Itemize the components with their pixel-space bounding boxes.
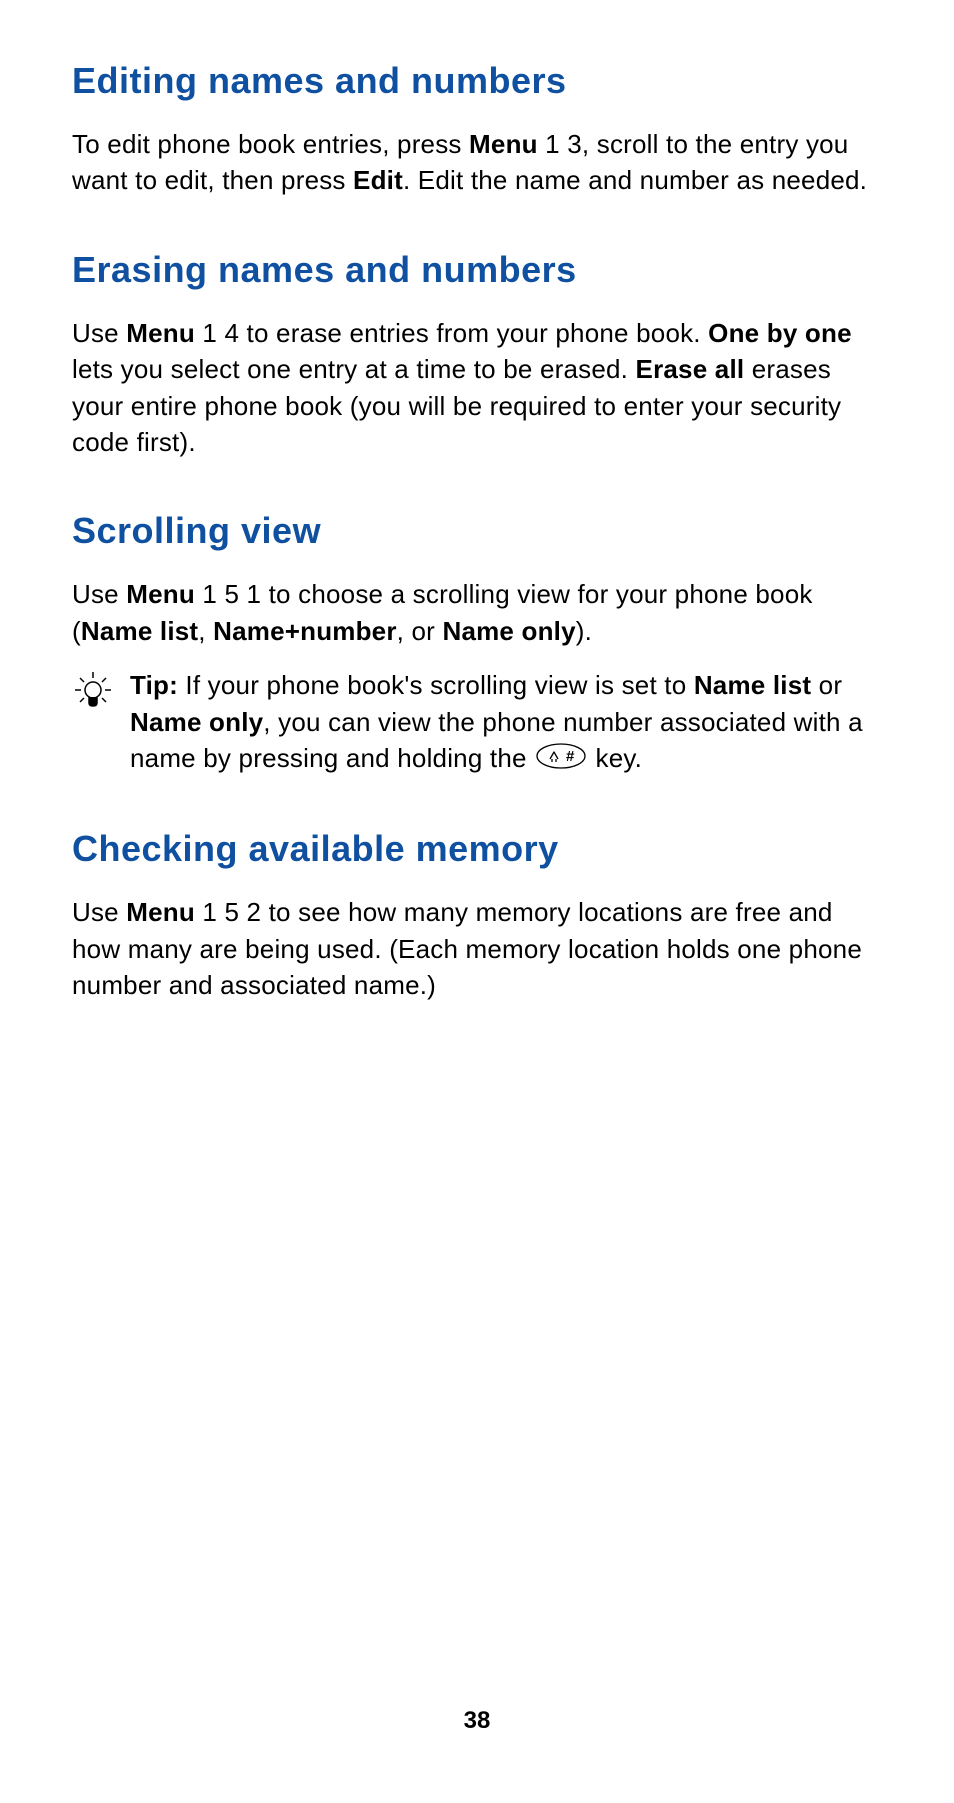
heading-erasing: Erasing names and numbers [72,249,882,291]
paragraph-memory: Use Menu 1 5 2 to see how many memory lo… [72,894,882,1003]
page-number: 38 [0,1707,954,1735]
text-bold: Menu [126,579,195,609]
text: lets you select one entry at a time to b… [72,354,636,384]
text-bold: Menu [126,318,195,348]
text-bold: Menu [469,129,538,159]
section-erasing: Erasing names and numbers Use Menu 1 4 t… [72,249,882,461]
section-memory: Checking available memory Use Menu 1 5 2… [72,828,882,1003]
text-bold: Name+number [213,616,397,646]
text-bold: Name only [130,707,263,737]
heading-scrolling: Scrolling view [72,510,882,552]
paragraph-editing: To edit phone book entries, press Menu 1… [72,126,882,199]
text: or [811,670,842,700]
paragraph-scrolling: Use Menu 1 5 1 to choose a scrolling vie… [72,576,882,649]
text-bold: Name only [442,616,575,646]
text-bold: Edit [353,165,403,195]
text: If your phone book's scrolling view is s… [178,670,694,700]
text: To edit phone book entries, press [72,129,469,159]
text-bold: Menu [126,897,195,927]
shift-hash-key-icon: # [536,742,586,778]
text: Use [72,897,126,927]
heading-memory: Checking available memory [72,828,882,870]
tip-block: Tip: If your phone book's scrolling view… [72,667,882,778]
text: , or [397,616,443,646]
tip-text: Tip: If your phone book's scrolling view… [130,667,882,778]
text-bold: Name list [81,616,198,646]
paragraph-erasing: Use Menu 1 4 to erase entries from your … [72,315,882,461]
text-bold: Name list [694,670,811,700]
text: ). [576,616,592,646]
text: 1 4 to erase entries from your phone boo… [195,318,708,348]
text: Use [72,579,126,609]
text: Use [72,318,126,348]
text: key. [588,743,642,773]
lightbulb-icon [72,670,114,712]
tip-icon-wrap [72,667,130,717]
text: , [198,616,213,646]
text-bold: Erase all [636,354,745,384]
text-bold: One by one [708,318,852,348]
section-scrolling: Scrolling view Use Menu 1 5 1 to choose … [72,510,882,778]
tip-label: Tip: [130,670,178,700]
heading-editing: Editing names and numbers [72,60,882,102]
section-editing: Editing names and numbers To edit phone … [72,60,882,199]
text: . Edit the name and number as needed. [403,165,867,195]
svg-text:#: # [566,748,575,765]
